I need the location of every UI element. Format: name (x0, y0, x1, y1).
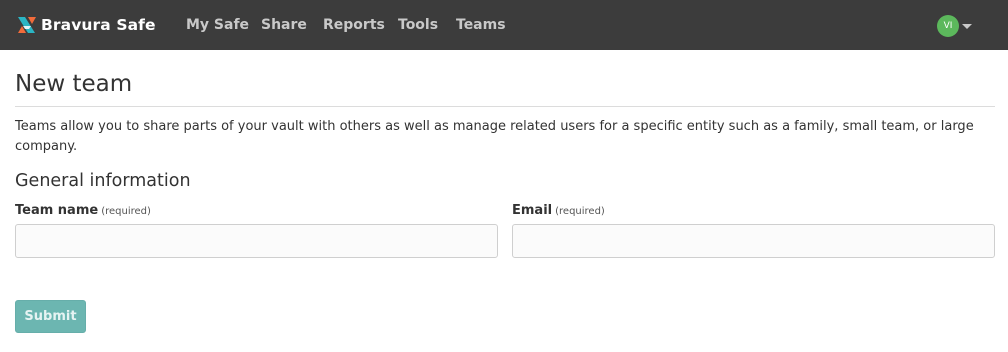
brand-name: Bravura Safe (41, 16, 156, 34)
avatar: VI (937, 15, 959, 37)
team-name-label: Team name (required) (15, 203, 151, 218)
section-heading-general-information: General information (15, 171, 191, 191)
email-label-text: Email (512, 203, 553, 218)
page-description: Teams allow you to share parts of your v… (15, 119, 974, 154)
nav-item-my-safe[interactable]: My Safe (186, 15, 249, 35)
email-label: Email (required) (512, 203, 605, 218)
nav-item-reports[interactable]: Reports (323, 15, 385, 35)
title-divider (15, 106, 995, 107)
page-title: New team (15, 71, 133, 97)
user-menu-toggle[interactable]: VI (937, 15, 973, 37)
nav-item-share[interactable]: Share (261, 15, 307, 35)
brand-home-link[interactable]: Bravura Safe (16, 14, 156, 36)
team-name-label-text: Team name (15, 203, 99, 218)
caret-down-icon (962, 24, 972, 29)
email-input[interactable] (512, 224, 995, 258)
nav-item-tools[interactable]: Tools (398, 15, 438, 35)
team-name-input[interactable] (15, 224, 498, 258)
email-required-note: (required) (555, 206, 605, 217)
top-navbar: Bravura Safe My Safe Share Reports Tools… (0, 0, 1008, 50)
team-name-required-note: (required) (101, 206, 151, 217)
bravura-logo-icon (18, 17, 36, 33)
submit-button[interactable]: Submit (15, 300, 86, 333)
nav-item-teams[interactable]: Teams (456, 15, 506, 35)
